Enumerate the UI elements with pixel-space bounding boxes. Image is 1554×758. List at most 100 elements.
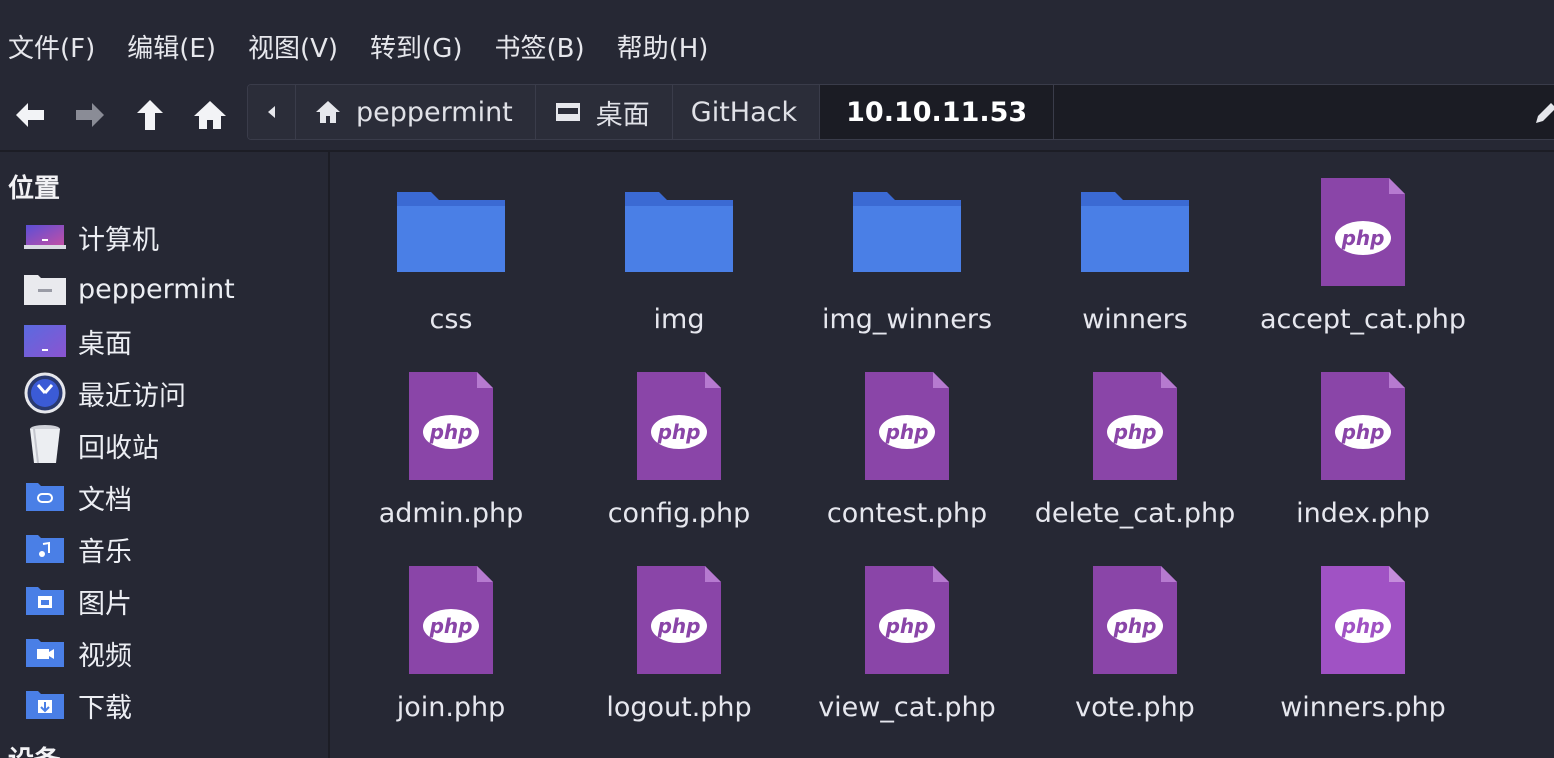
breadcrumb-current[interactable]: 10.10.11.53 [820, 85, 1055, 139]
sidebar-item-recent[interactable]: 最近访问 [22, 368, 322, 418]
sidebar-item-pictures[interactable]: 图片 [22, 576, 322, 626]
file-item-delete-cat-php[interactable]: php delete_cat.php [1021, 366, 1249, 546]
php-file-icon: php [1303, 560, 1423, 680]
file-name: css [429, 304, 473, 335]
svg-text:php: php [657, 614, 701, 638]
sidebar-item-documents[interactable]: 文档 [22, 472, 322, 522]
file-item-logout-php[interactable]: php logout.php [565, 560, 793, 740]
sidebar-heading-devices: 设备 [8, 740, 60, 758]
breadcrumb-scroll-left[interactable] [248, 85, 296, 139]
videos-folder-icon [22, 631, 68, 675]
php-file-icon: php [847, 560, 967, 680]
file-name: view_cat.php [818, 692, 996, 723]
file-name: vote.php [1075, 692, 1195, 723]
svg-text:php: php [1113, 420, 1157, 444]
svg-text:php: php [1113, 614, 1157, 638]
folder-icon [847, 172, 967, 292]
music-folder-icon [22, 527, 68, 571]
folder-icon [1075, 172, 1195, 292]
desktop-icon [22, 319, 68, 363]
folder-icon [619, 172, 739, 292]
sidebar-item-label: 图片 [78, 588, 132, 620]
breadcrumb-label: 10.10.11.53 [846, 96, 1028, 128]
home-icon [316, 101, 340, 123]
pictures-folder-icon [22, 579, 68, 623]
sidebar-item-music[interactable]: 音乐 [22, 524, 322, 574]
file-item-winners-php[interactable]: php winners.php [1249, 560, 1477, 740]
sidebar-item-label: 回收站 [78, 432, 159, 464]
sidebar-item-downloads[interactable]: 下载 [22, 680, 322, 730]
sidebar-heading-places: 位置 [8, 174, 61, 204]
menu-edit[interactable]: 编辑(E) [127, 28, 216, 65]
breadcrumb-desktop[interactable]: 桌面 [535, 85, 673, 139]
file-item-css[interactable]: css [337, 172, 565, 352]
file-item-vote-php[interactable]: php vote.php [1021, 560, 1249, 740]
sidebar-item-trash[interactable]: 回收站 [22, 420, 322, 470]
back-arrow-icon [16, 103, 44, 127]
file-name: winners [1082, 304, 1188, 335]
menu-view[interactable]: 视图(V) [248, 28, 338, 65]
file-name: img [653, 304, 705, 335]
breadcrumb-label: 桌面 [595, 99, 650, 131]
desktop-icon [555, 103, 580, 121]
up-arrow-icon [137, 100, 163, 130]
svg-text:php: php [429, 420, 473, 444]
edit-path-button[interactable] [1526, 85, 1554, 139]
file-name: winners.php [1280, 692, 1446, 723]
back-button[interactable] [0, 87, 60, 143]
breadcrumb-githack[interactable]: GitHack [672, 85, 821, 139]
sidebar-item-label: 计算机 [78, 224, 159, 256]
file-view: css img img_winners winners php accept_c… [332, 152, 1554, 758]
home-icon [194, 101, 226, 129]
breadcrumb-label: GitHack [690, 96, 798, 128]
sidebar: 位置 计算机 peppermint 桌面 最近访问 回收站 文档 音乐 图片 视… [0, 152, 330, 758]
breadcrumb-label: peppermint [356, 96, 513, 128]
menu-go[interactable]: 转到(G) [370, 28, 462, 65]
file-item-config-php[interactable]: php config.php [565, 366, 793, 546]
sidebar-item-computer[interactable]: 计算机 [22, 212, 322, 262]
svg-text:php: php [885, 614, 929, 638]
php-file-icon: php [391, 366, 511, 486]
svg-text:php: php [1341, 226, 1385, 250]
file-item-view-cat-php[interactable]: php view_cat.php [793, 560, 1021, 740]
svg-text:php: php [1341, 614, 1385, 638]
file-item-img[interactable]: img [565, 172, 793, 352]
chevron-left-icon [267, 106, 275, 118]
file-name: join.php [396, 692, 506, 723]
php-file-icon: php [619, 560, 739, 680]
sidebar-item-home[interactable]: peppermint [22, 264, 322, 314]
computer-icon [22, 215, 68, 259]
sidebar-item-videos[interactable]: 视频 [22, 628, 322, 678]
file-name: accept_cat.php [1259, 304, 1467, 335]
file-item-index-php[interactable]: php index.php [1249, 366, 1477, 546]
menu-help[interactable]: 帮助(H) [617, 28, 709, 65]
php-file-icon: php [847, 366, 967, 486]
sidebar-item-desktop[interactable]: 桌面 [22, 316, 322, 366]
file-item-accept-cat-php[interactable]: php accept_cat.php [1249, 172, 1477, 352]
breadcrumb-peppermint[interactable]: peppermint [296, 85, 536, 139]
file-item-admin-php[interactable]: php admin.php [337, 366, 565, 546]
file-name: index.php [1296, 498, 1430, 529]
file-name: delete_cat.php [1034, 498, 1236, 529]
file-item-img-winners[interactable]: img_winners [793, 172, 1021, 352]
sidebar-item-label: 最近访问 [78, 380, 186, 412]
breadcrumb: peppermint 桌面 GitHack 10.10.11.53 [247, 84, 1554, 140]
recent-clock-icon [22, 371, 68, 415]
file-name: contest.php [826, 498, 988, 529]
forward-arrow-icon [76, 103, 104, 127]
sidebar-item-label: 音乐 [78, 536, 132, 568]
sidebar-item-label: 视频 [78, 640, 132, 672]
svg-text:php: php [429, 614, 473, 638]
toolbar: peppermint 桌面 GitHack 10.10.11.53 [0, 84, 1554, 146]
file-item-contest-php[interactable]: php contest.php [793, 366, 1021, 546]
home-button[interactable] [180, 87, 240, 143]
menu-bookmarks[interactable]: 书签(B) [494, 28, 584, 65]
file-item-join-php[interactable]: php join.php [337, 560, 565, 740]
file-item-winners[interactable]: winners [1021, 172, 1249, 352]
up-button[interactable] [120, 87, 180, 143]
trash-icon [22, 423, 68, 467]
php-file-icon: php [1075, 366, 1195, 486]
menu-file[interactable]: 文件(F) [8, 28, 95, 65]
forward-button[interactable] [60, 87, 120, 143]
sidebar-item-label: 下载 [78, 692, 132, 724]
